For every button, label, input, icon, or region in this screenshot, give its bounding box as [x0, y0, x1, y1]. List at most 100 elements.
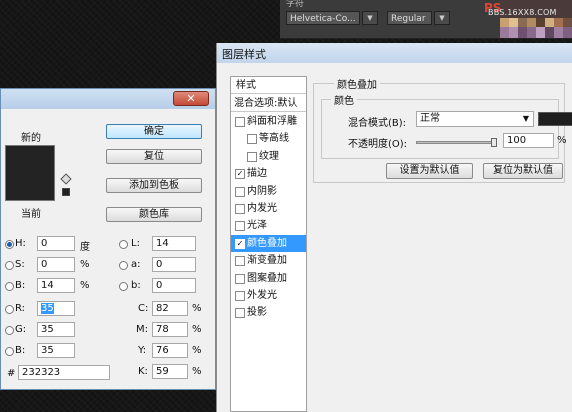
styles-header[interactable]: 样式 — [231, 77, 306, 94]
style-item[interactable]: 斜面和浮雕 — [231, 113, 306, 130]
color-picker-titlebar[interactable]: ✕ — [1, 89, 215, 109]
blend-options-item[interactable]: 混合选项:默认 — [231, 95, 306, 112]
add-to-swatches-button[interactable]: 添加到色板 — [106, 178, 202, 193]
opacity-slider-track[interactable] — [416, 138, 497, 147]
style-item-label: 内阴影 — [247, 185, 277, 197]
style-item-label: 外发光 — [247, 290, 277, 301]
h-radio[interactable] — [5, 240, 14, 249]
r-radio[interactable] — [5, 305, 14, 314]
style-item-label: 内发光 — [247, 203, 277, 214]
ok-button[interactable]: 确定 — [106, 124, 202, 139]
style-item[interactable]: 渐变叠加 — [231, 252, 306, 269]
brightness-radio[interactable] — [5, 282, 14, 291]
style-item-checkbox[interactable] — [235, 186, 245, 197]
c-input[interactable]: 82 — [152, 301, 188, 316]
style-item-checkbox[interactable] — [235, 117, 245, 127]
blue-radio[interactable] — [5, 347, 14, 356]
style-item[interactable]: 投影 — [231, 304, 306, 321]
layer-style-dialog: 图层样式 样式 混合选项:默认 斜面和浮雕 等高线 纹理 ✓ 描边 内阴影 内发光 光泽 ✓ 颜色… — [216, 43, 572, 412]
style-item[interactable]: ✓ 描边 — [231, 165, 306, 182]
a-radio[interactable] — [119, 261, 128, 270]
style-item[interactable]: 纹理 — [231, 148, 306, 165]
style-item-checkbox[interactable] — [235, 273, 245, 284]
font-family-select[interactable]: Helvetica-Co... — [286, 11, 360, 25]
g-radio[interactable] — [5, 326, 14, 335]
watermark-text: BBS.16XX8.COM — [488, 8, 557, 17]
r-label: R: — [15, 303, 26, 314]
style-item-label: 投影 — [247, 307, 267, 319]
color-swatches-panel[interactable] — [500, 0, 572, 38]
layer-style-titlebar[interactable]: 图层样式 — [217, 43, 572, 63]
styles-list: 样式 混合选项:默认 斜面和浮雕 等高线 纹理 ✓ 描边 内阴影 内发光 光泽 ✓ 颜色叠加 渐变叠… — [230, 76, 307, 412]
h-input[interactable]: 0 — [37, 236, 75, 251]
m-input[interactable]: 78 — [152, 322, 188, 337]
s-input[interactable]: 0 — [37, 257, 75, 272]
hex-label: # — [7, 368, 16, 379]
style-item-label: 纹理 — [259, 150, 279, 162]
style-item-checkbox[interactable] — [235, 221, 245, 232]
style-item-label: 图案叠加 — [247, 272, 287, 284]
web-color-icon[interactable] — [62, 188, 70, 196]
overlay-color-swatch[interactable] — [538, 112, 572, 126]
s-radio[interactable] — [5, 261, 14, 270]
new-color-label: 新的 — [21, 133, 41, 144]
blue-input[interactable]: 35 — [37, 343, 75, 358]
opacity-label: 不透明度(O): — [348, 139, 408, 150]
reset-to-default-button[interactable]: 复位为默认值 — [483, 163, 563, 179]
style-item[interactable]: 等高线 — [231, 130, 306, 147]
current-color-label: 当前 — [21, 209, 41, 220]
font-family-dropdown-arrow[interactable]: ▼ — [362, 11, 378, 25]
r-input[interactable]: 35 — [37, 301, 75, 316]
style-item-checkbox[interactable] — [247, 151, 257, 162]
style-item[interactable]: 光泽 — [231, 217, 306, 234]
l-radio[interactable] — [119, 240, 128, 249]
style-item[interactable]: 外发光 — [231, 287, 306, 304]
brightness-unit: % — [80, 280, 90, 291]
style-item-checkbox[interactable] — [235, 291, 245, 301]
r-input-selected-text: 35 — [41, 303, 54, 314]
style-item-checkbox[interactable] — [235, 308, 245, 319]
l-input[interactable]: 14 — [152, 236, 196, 251]
k-label: K: — [138, 366, 148, 377]
opacity-slider-thumb[interactable] — [491, 138, 497, 147]
k-input[interactable]: 59 — [152, 364, 188, 379]
font-style-select[interactable]: Regular — [387, 11, 432, 25]
close-icon[interactable]: ✕ — [173, 91, 209, 106]
style-item-checkbox[interactable]: ✓ — [235, 169, 245, 180]
style-item-checkbox[interactable]: ✓ — [235, 238, 245, 249]
b-radio[interactable] — [119, 282, 128, 291]
style-item-checkbox[interactable] — [247, 134, 257, 145]
y-input[interactable]: 76 — [152, 343, 188, 358]
style-item[interactable]: 内发光 — [231, 200, 306, 217]
blend-mode-select[interactable]: 正常 ▼ — [416, 111, 534, 127]
opacity-input[interactable]: 100 — [503, 133, 554, 148]
style-item-label: 渐变叠加 — [247, 255, 287, 267]
b-label: b: — [131, 280, 141, 291]
set-as-default-button[interactable]: 设置为默认值 — [386, 163, 473, 179]
g-label: G: — [15, 324, 27, 335]
style-item-label: 等高线 — [259, 133, 289, 145]
gamut-warning-icon[interactable] — [60, 173, 72, 185]
y-unit: % — [192, 345, 202, 356]
style-item[interactable]: 图案叠加 — [231, 270, 306, 287]
color-overlay-heading: 颜色叠加 — [334, 76, 380, 91]
font-style-dropdown-arrow[interactable]: ▼ — [434, 11, 450, 25]
s-unit: % — [80, 259, 90, 270]
style-item[interactable]: ✓ 颜色叠加 — [231, 234, 306, 252]
style-item-checkbox[interactable] — [235, 256, 245, 267]
style-item-label: 颜色叠加 — [247, 237, 287, 249]
style-item-checkbox[interactable] — [235, 204, 245, 214]
g-input[interactable]: 35 — [37, 322, 75, 337]
style-item[interactable]: 内阴影 — [231, 183, 306, 200]
c-label: C: — [138, 303, 149, 314]
b-input[interactable]: 0 — [152, 278, 196, 293]
reset-button[interactable]: 复位 — [106, 149, 202, 164]
style-item-label: 光泽 — [247, 220, 267, 232]
a-input[interactable]: 0 — [152, 257, 196, 272]
color-libraries-button[interactable]: 颜色库 — [106, 207, 202, 222]
brightness-input[interactable]: 14 — [37, 278, 75, 293]
color-overlay-section: 颜色叠加 颜色 混合模式(B): 正常 ▼ 不透明度(O): 100 % 设置为… — [313, 76, 572, 183]
style-item-label: 描边 — [247, 168, 267, 180]
m-unit: % — [192, 324, 202, 335]
hex-input[interactable]: 232323 — [18, 365, 110, 380]
